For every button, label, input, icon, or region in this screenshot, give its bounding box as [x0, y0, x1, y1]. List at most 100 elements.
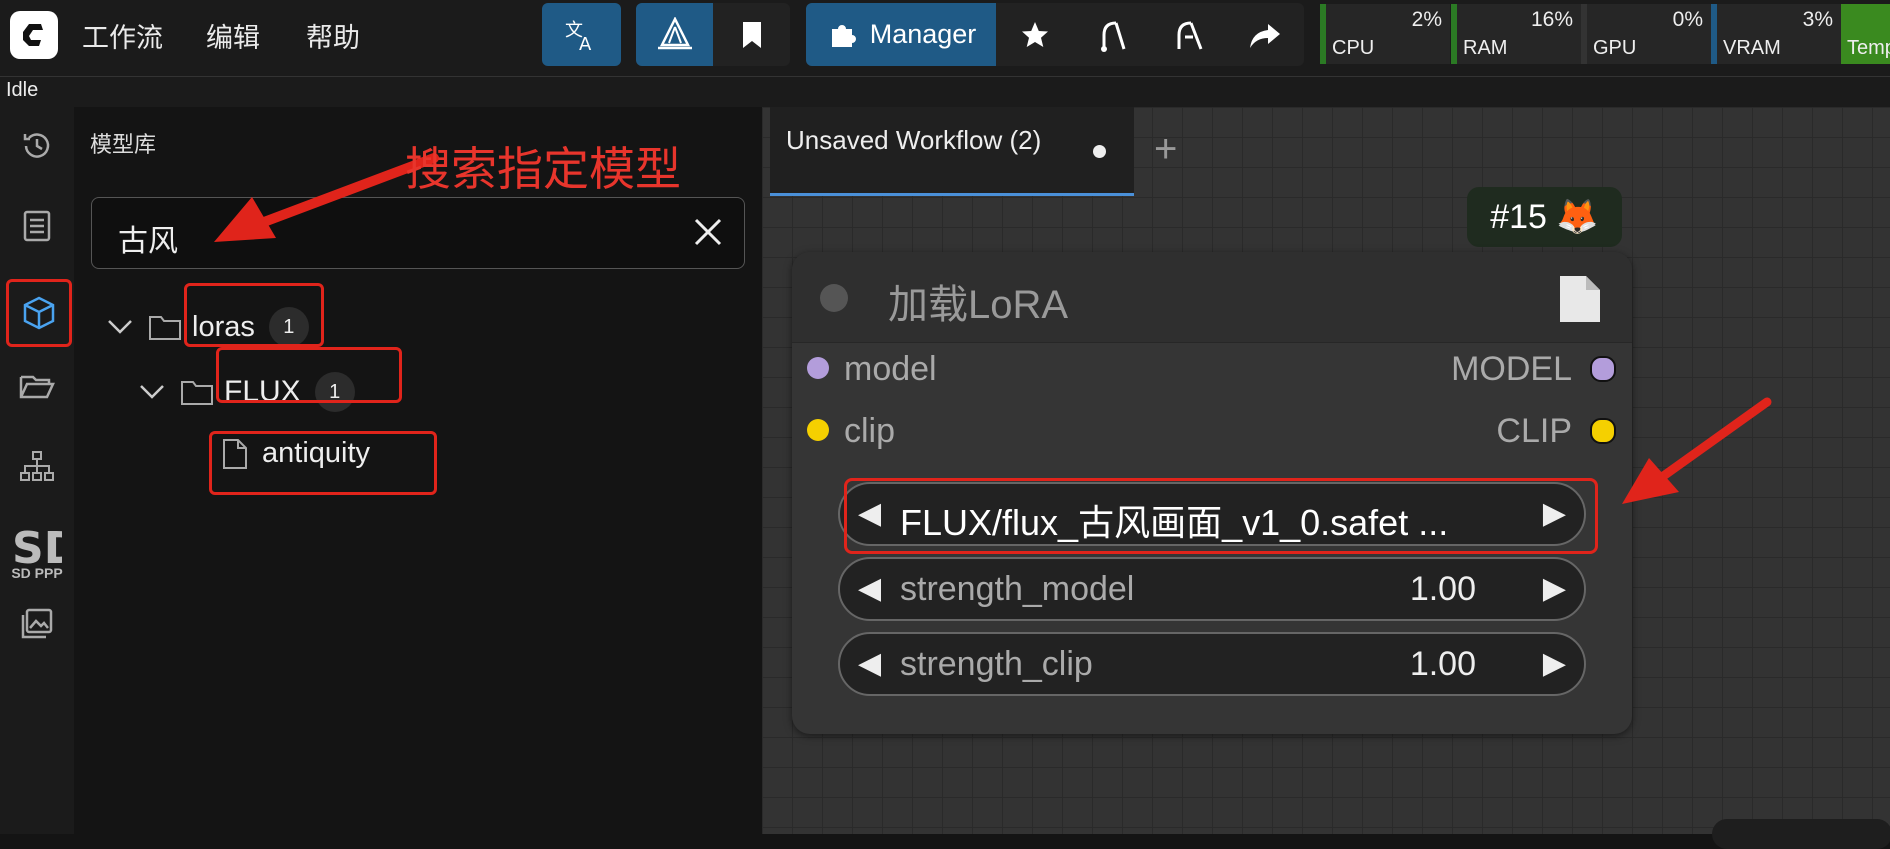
- vram-monitor: 3% VRAM: [1711, 4, 1841, 64]
- folder-open-icon: [19, 375, 55, 399]
- partial-node[interactable]: [1712, 819, 1890, 849]
- input-model-label: model: [844, 350, 937, 388]
- vram-label: VRAM: [1723, 37, 1781, 59]
- svg-text:SD: SD: [12, 523, 62, 565]
- sidebar-item-history[interactable]: [10, 119, 64, 173]
- share-arrow-icon: [1250, 23, 1281, 48]
- vram-value: 3%: [1802, 8, 1833, 31]
- puzzle-icon: [831, 24, 856, 47]
- load-lora-node[interactable]: 加载LoRA model MODEL clip CLIP ◀ FLUX/flux…: [792, 252, 1632, 734]
- top-bar: 工作流 编辑 帮助 文A Manager 2% CPU 16% RAM 0% G…: [0, 0, 1890, 76]
- new-tab-plus-icon[interactable]: +: [1154, 127, 1177, 172]
- temp-label: Temp: [1847, 37, 1890, 59]
- gpu-value: 0%: [1672, 8, 1703, 31]
- tab-label: Unsaved Workflow (2): [786, 125, 1042, 155]
- output-model-label: MODEL: [1451, 350, 1572, 388]
- input-clip-label: clip: [844, 412, 896, 450]
- annotation-arrow-icon: [1622, 397, 1772, 504]
- node-id-tag: #15 🦊: [1467, 187, 1622, 247]
- highlight-box-loras: [184, 283, 324, 347]
- ram-monitor: 16% RAM: [1451, 4, 1581, 64]
- annotation-text: 搜索指定模型: [405, 142, 681, 196]
- menu-workflow[interactable]: 工作流: [82, 16, 163, 55]
- model-library-panel: 模型库 古风 loras 1 FLUX 1 antiquity: [74, 107, 763, 834]
- tab-unsaved-workflow[interactable]: Unsaved Workflow (2): [770, 107, 1134, 196]
- manager-button[interactable]: Manager: [806, 3, 997, 66]
- document-icon: [23, 210, 51, 242]
- graph-canvas[interactable]: Unsaved Workflow (2) + #15 🦊 加载LoRA mode…: [762, 107, 1890, 849]
- share-button[interactable]: [1227, 3, 1304, 66]
- folder-icon: [181, 381, 213, 405]
- cpu-value: 2%: [1411, 8, 1442, 31]
- sidebar-item-gallery[interactable]: [10, 597, 64, 651]
- decrement-arrow-icon[interactable]: ◀: [858, 571, 881, 606]
- branch-icon: [1100, 21, 1125, 52]
- ram-value: 16%: [1530, 8, 1573, 31]
- workspace-group: [636, 3, 790, 66]
- gpu-monitor: 0% GPU: [1581, 4, 1711, 64]
- menu-edit[interactable]: 编辑: [206, 16, 260, 55]
- workflow-tabs: Unsaved Workflow (2) +: [762, 107, 1890, 196]
- cpu-label: CPU: [1332, 37, 1375, 59]
- highlight-box-antiquity: [209, 431, 437, 495]
- clear-search-icon[interactable]: [692, 216, 724, 248]
- output-clip-port[interactable]: [1590, 418, 1616, 444]
- input-model-port[interactable]: [807, 357, 829, 379]
- highlight-box-lora-name: [844, 478, 1598, 554]
- chevron-down-icon[interactable]: [106, 317, 134, 337]
- node-collapse-dot[interactable]: [820, 284, 848, 312]
- strength-model-label: strength_model: [900, 570, 1135, 608]
- input-clip-port[interactable]: [807, 419, 829, 441]
- sailboat-icon: [657, 16, 692, 49]
- sidebar-item-workflows[interactable]: [10, 359, 64, 413]
- unsaved-dot-icon: [1093, 145, 1106, 158]
- status-bar: Idle: [0, 76, 1890, 107]
- linked-action-button-1[interactable]: [1073, 3, 1150, 66]
- sidebar-item-queue[interactable]: [10, 199, 64, 253]
- linked-action-button-2[interactable]: [1150, 3, 1227, 66]
- comfyui-logo[interactable]: [10, 11, 58, 59]
- document-icon[interactable]: [1558, 274, 1602, 324]
- highlight-box-flux: [216, 347, 402, 403]
- strength-clip-value: 1.00: [1409, 645, 1476, 683]
- folder-icon: [149, 316, 181, 340]
- chevron-down-icon[interactable]: [138, 382, 166, 402]
- decrement-arrow-icon[interactable]: ◀: [858, 646, 881, 681]
- output-clip-label: CLIP: [1496, 412, 1572, 450]
- workspace-button[interactable]: [636, 3, 713, 66]
- sidebar-item-node-library[interactable]: [10, 439, 64, 493]
- translate-icon: 文A: [565, 20, 592, 54]
- sdppp-label: SD PPP: [11, 565, 63, 581]
- output-model-port[interactable]: [1590, 356, 1616, 382]
- search-value: 古风: [118, 225, 178, 258]
- sidebar-item-model-library[interactable]: [6, 279, 72, 347]
- history-icon: [23, 133, 50, 158]
- strength-clip-slider[interactable]: ◀ strength_clip 1.00 ▶: [838, 632, 1586, 696]
- strength-model-value: 1.00: [1409, 570, 1476, 608]
- temp-monitor: Temp: [1841, 4, 1890, 64]
- bookmark-button[interactable]: [713, 3, 790, 66]
- gpu-label: GPU: [1593, 37, 1637, 59]
- star-button[interactable]: [996, 3, 1073, 66]
- node-header[interactable]: 加载LoRA: [792, 252, 1632, 343]
- sitemap-icon: [20, 451, 54, 481]
- cube-icon: [23, 296, 55, 330]
- translate-button[interactable]: 文A: [542, 3, 621, 66]
- increment-arrow-icon[interactable]: ▶: [1543, 571, 1566, 606]
- increment-arrow-icon[interactable]: ▶: [1543, 646, 1566, 681]
- manager-group: Manager: [806, 3, 1304, 66]
- svg-text:A: A: [579, 34, 592, 54]
- node-title: 加载LoRA: [888, 283, 1069, 327]
- translate-group: 文A: [542, 3, 621, 66]
- strength-model-slider[interactable]: ◀ strength_model 1.00 ▶: [838, 557, 1586, 621]
- strength-clip-label: strength_clip: [900, 645, 1093, 683]
- panel-title: 模型库: [90, 132, 157, 157]
- manager-label: Manager: [869, 19, 977, 49]
- cpu-monitor: 2% CPU: [1320, 4, 1450, 64]
- sidebar-item-sdppp[interactable]: SD SD PPP: [10, 515, 64, 587]
- menu-help[interactable]: 帮助: [306, 16, 360, 55]
- sdppp-logo-icon: SD: [12, 523, 62, 565]
- star-icon: [1021, 21, 1048, 47]
- queue-status: Idle: [6, 79, 39, 101]
- images-icon: [21, 608, 53, 639]
